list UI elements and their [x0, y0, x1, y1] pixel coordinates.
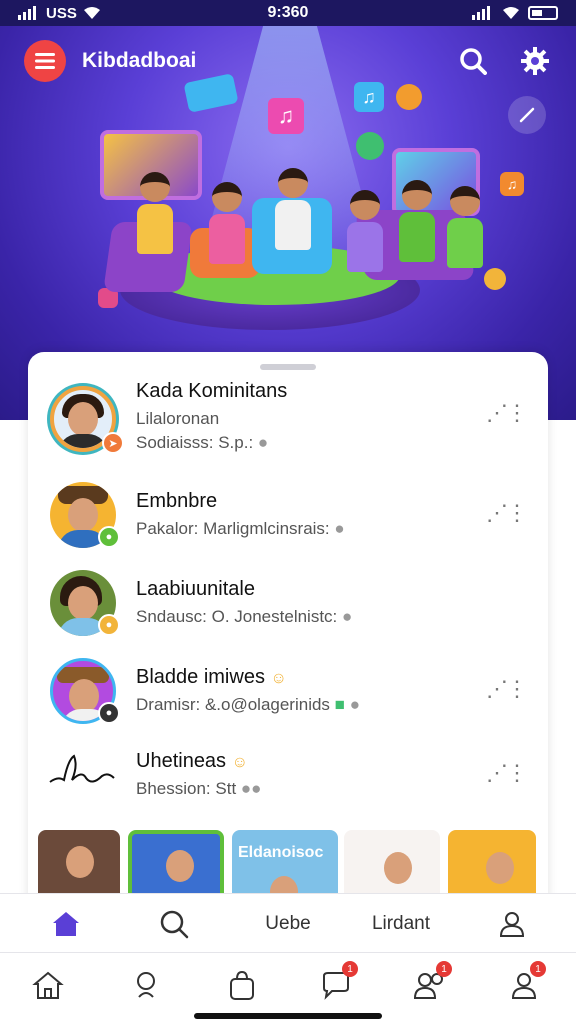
sticker-icon: ●: [349, 695, 360, 714]
app-header: Kibdadboai: [0, 38, 576, 84]
nav-home[interactable]: [28, 965, 68, 1005]
sheet-handle[interactable]: [260, 364, 316, 370]
tab-label: Lirdant: [371, 913, 431, 934]
notification-badge: 1: [436, 961, 452, 977]
signature-icon: [49, 754, 115, 783]
list-item-text: Uhetineas ☺ Bhession: Stt ●●: [136, 750, 261, 799]
search-person-icon: [137, 972, 155, 998]
gear-icon: [521, 47, 549, 75]
status-bar: USS 9:360: [0, 0, 576, 26]
tab-search[interactable]: [144, 894, 204, 954]
smiley-icon: ☺: [270, 670, 287, 687]
community-list-sheet: ➤ Kada Kominitans Lilaloronan Sodiaisss:…: [28, 352, 548, 912]
status-badge: ●: [98, 702, 120, 724]
search-button[interactable]: [456, 44, 490, 78]
list-item-subtitle: Pakalor: Marligmlcinsrais: ●: [136, 519, 345, 538]
nav-explore[interactable]: [128, 965, 168, 1005]
person-figure: [275, 168, 311, 250]
more-options-icon[interactable]: ⋰⋮: [486, 500, 528, 526]
section-tab-bar: Uebe Lirdant: [0, 893, 576, 953]
list-item-name: Laabiuunitale: [136, 578, 255, 600]
list-item[interactable]: ➤ Kada Kominitans Lilaloronan Sodiaisss:…: [28, 374, 548, 462]
sticker-icon: ■: [334, 695, 345, 714]
list-item-name: Bladde imiwes ☺: [136, 666, 287, 688]
more-options-icon[interactable]: ⋰⋮: [486, 400, 528, 426]
nav-profile[interactable]: 1: [504, 961, 546, 1005]
user-icon: [499, 912, 525, 937]
sticker-icon: ●: [342, 607, 353, 626]
nav-bag[interactable]: [222, 965, 262, 1005]
battery-icon: [528, 6, 558, 20]
home-icon: [32, 971, 64, 999]
person-figure: [347, 190, 383, 272]
menu-button[interactable]: [24, 40, 66, 82]
sticker-icon: ●●: [240, 779, 262, 798]
search-icon: [460, 48, 487, 75]
bag-icon: [230, 970, 254, 1000]
list-item-text: Laabiuunitale Sndausc: O. Jonestelnistc:…: [136, 578, 352, 627]
nav-chat[interactable]: 1: [316, 961, 358, 1005]
list-item-name: Embnbre: [136, 490, 218, 512]
more-options-icon[interactable]: ⋰⋮: [486, 760, 528, 786]
home-indicator[interactable]: [194, 1013, 382, 1019]
coin-icon: [396, 84, 422, 110]
nav-friends[interactable]: 1: [410, 961, 452, 1005]
list-item-text: Embnbre Pakalor: Marligmlcinsrais: ●: [136, 490, 345, 539]
list-item-subtitle: Lilaloronan: [136, 409, 220, 428]
status-badge: ●: [98, 526, 120, 548]
person-figure: [137, 172, 173, 254]
sticker-icon: [484, 268, 506, 290]
settings-button[interactable]: [518, 44, 552, 78]
list-item-subtitle: Sndausc: O. Jonestelnistc: ●: [136, 607, 353, 626]
tab-label: Uebe: [265, 913, 311, 934]
person-figure: [447, 186, 483, 268]
list-item-name: Uhetineas ☺: [136, 750, 248, 772]
tab-uebe[interactable]: Uebe: [248, 894, 328, 954]
sticker-icon: [356, 132, 384, 160]
app-title: Kibdadboai: [82, 49, 197, 72]
list-item[interactable]: ● Bladde imiwes ☺ Dramisr: &.o@olagerini…: [28, 646, 548, 734]
sticker-icon: ●: [334, 519, 345, 538]
list-item[interactable]: Uhetineas ☺ Bhession: Stt ●● ⋰⋮: [28, 734, 548, 822]
music-note-icon: ♫: [500, 172, 524, 196]
list-item-subtitle: Bhession: Stt ●●: [136, 779, 262, 798]
thumbnail-label: Eldanoisoc: [238, 844, 324, 861]
list-item-text: Bladde imiwes ☺ Dramisr: &.o@olagerinids…: [136, 666, 360, 715]
pen-icon: [519, 107, 535, 123]
tab-profile[interactable]: [482, 894, 542, 954]
list-item[interactable]: ● Embnbre Pakalor: Marligmlcinsrais: ● ⋰…: [28, 470, 548, 558]
person-figure: [399, 180, 435, 262]
header-actions: [456, 44, 552, 78]
search-icon: [160, 910, 189, 939]
list-item-subtitle: Dramisr: &.o@olagerinids ■ ●: [136, 695, 360, 714]
status-time: 9:360: [267, 4, 309, 21]
sticker-icon: ●: [257, 433, 269, 452]
notification-badge: 1: [342, 961, 358, 977]
person-figure: [209, 182, 245, 264]
status-badge: ●: [98, 614, 120, 636]
smiley-icon: ☺: [231, 754, 248, 771]
list-item-name: Kada Kominitans: [136, 380, 288, 402]
more-options-icon[interactable]: ⋰⋮: [486, 676, 528, 702]
list-item-text: Kada Kominitans Lilaloronan Sodiaisss: S…: [136, 380, 287, 453]
status-badge: ➤: [102, 432, 124, 454]
list-item-meta: Sodiaisss: S.p.: ●: [136, 433, 269, 452]
hamburger-icon: [35, 53, 55, 69]
tab-home[interactable]: [36, 894, 96, 954]
list-item[interactable]: ● Laabiuunitale Sndausc: O. Jonestelnist…: [28, 558, 548, 646]
tab-lirdant[interactable]: Lirdant: [356, 894, 446, 954]
notification-badge: 1: [530, 961, 546, 977]
home-icon: [53, 912, 79, 936]
music-note-icon: ♫: [268, 98, 304, 134]
music-note-icon: ♫: [354, 82, 384, 112]
edit-button[interactable]: [508, 96, 546, 134]
